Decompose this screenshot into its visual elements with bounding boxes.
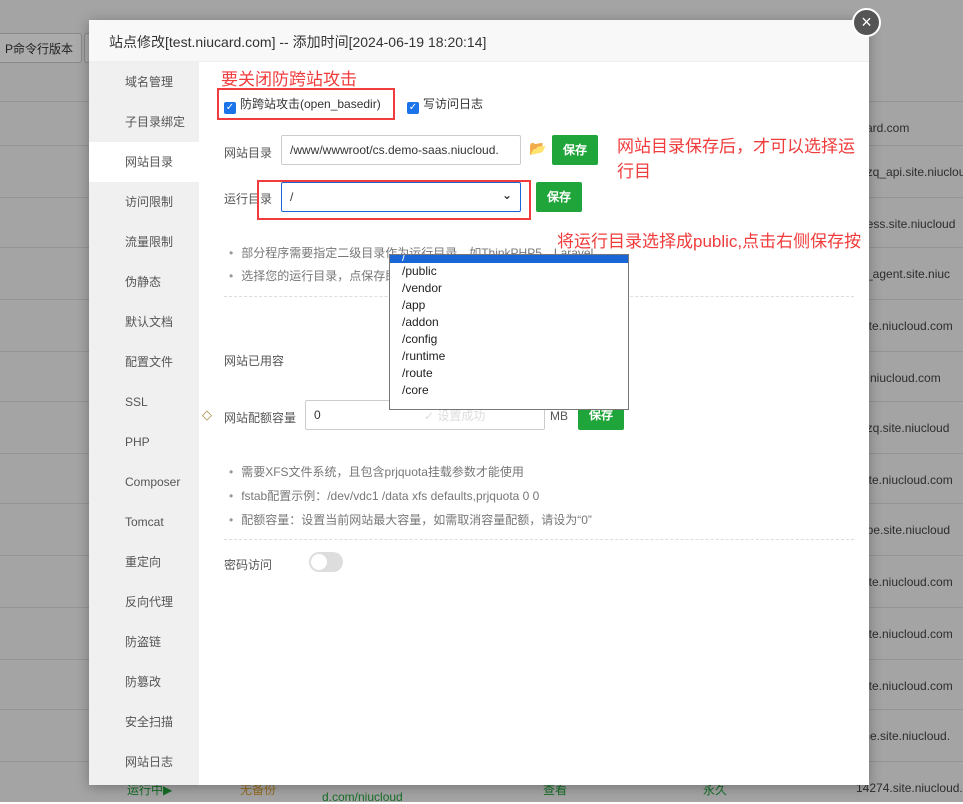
tip-quota-2: fstab配置示例：/dev/vdc1 /data xfs defaults,p… [229,487,539,504]
access-log-checkbox[interactable]: ✓ 写访问日志 [407,95,483,114]
run-dir-save-button[interactable]: 保存 [536,182,582,212]
sidebar-item[interactable]: 伪静态 [89,262,199,302]
sidebar-item[interactable]: 安全扫描 [89,702,199,742]
run-dir-option[interactable]: / [390,255,628,263]
run-dir-option[interactable]: /app [390,297,628,314]
used-capacity-label: 网站已用容 [224,354,285,368]
divider [224,539,854,540]
sidebar-item[interactable]: 网站目录 [89,142,199,182]
tip-quota-3: 配额容量：设置当前网站最大容量，如需取消容量配额，请设为“0” [229,511,592,528]
access-log-label: 写访问日志 [423,97,484,111]
sidebar-item[interactable]: 网站日志 [89,742,199,782]
site-dir-label: 网站目录 [224,146,273,160]
check-circle-icon: ✓ [424,409,438,423]
open-basedir-checkbox[interactable]: ✓ 防跨站攻击(open_basedir) [224,95,381,114]
run-dir-option[interactable]: /config [390,331,628,348]
sidebar-item[interactable]: 访问限制 [89,182,199,222]
quota-label: 网站配额容量 [224,411,297,425]
check-icon: ✓ [224,102,236,114]
vip-diamond-icon: ◇ [202,407,212,422]
password-access-label: 密码访问 [224,558,273,572]
run-dir-option[interactable]: /runtime [390,348,628,365]
sidebar-item[interactable]: 反向代理 [89,582,199,622]
run-dir-option[interactable]: /addon [390,314,628,331]
sidebar-item[interactable]: 域名管理 [89,62,199,102]
sidebar-item[interactable]: SSL [89,382,199,422]
annotation-close-basedir: 要关闭防跨站攻击 [221,70,357,89]
site-dir-input[interactable]: /www/wwwroot/cs.demo-saas.niucloud. [281,135,521,165]
sidebar-item[interactable]: 默认文档 [89,302,199,342]
run-dir-option[interactable]: /route [390,365,628,382]
close-modal-button[interactable]: × [852,8,881,37]
sidebar-item[interactable]: 防篡改 [89,662,199,702]
sidebar-item[interactable]: 重定向 [89,542,199,582]
annotation-save-first: 网站目录保存后，才可以选择运行目 [617,137,855,181]
mb-unit: MB [550,409,568,423]
open-basedir-label: 防跨站攻击(open_basedir) [240,97,381,111]
sidebar-item[interactable]: Tomcat [89,502,199,542]
folder-icon[interactable]: 📂 [529,140,546,157]
modal-title: 站点修改[test.niucard.com] -- 添加时间[2024-06-1… [89,20,869,62]
site-edit-modal: 站点修改[test.niucard.com] -- 添加时间[2024-06-1… [89,20,869,785]
run-dir-dropdown[interactable]: //public/vendor/app/addon/config/runtime… [389,254,629,410]
tip-run-dir-2: 选择您的运行目录，点保存即可 [229,267,409,284]
sidebar: 域名管理 子目录绑定 网站目录 访问限制 流量限制 伪静态 默认文档 配置文件 SSL PHP Co… [89,62,199,785]
run-dir-option[interactable]: /core [390,382,628,399]
chevron-down-icon: ⌄ [501,188,512,202]
run-dir-value: / [290,190,294,204]
sidebar-item[interactable]: 配置文件 [89,342,199,382]
run-dir-select[interactable]: / ⌄ [281,182,521,212]
sidebar-item[interactable]: PHP [89,422,199,462]
password-access-toggle[interactable] [309,552,343,572]
sidebar-item[interactable]: 子目录绑定 [89,102,199,142]
sidebar-item[interactable]: Composer [89,462,199,502]
sidebar-item[interactable]: 防盗链 [89,622,199,662]
check-icon: ✓ [407,102,419,114]
site-dir-save-button[interactable]: 保存 [552,135,598,165]
tip-quota-1: 需要XFS文件系统，且包含prjquota挂载参数才能使用 [229,463,524,480]
run-dir-option[interactable]: /vendor [390,280,628,297]
run-dir-option[interactable]: /public [390,263,628,280]
sidebar-item[interactable]: 流量限制 [89,222,199,262]
